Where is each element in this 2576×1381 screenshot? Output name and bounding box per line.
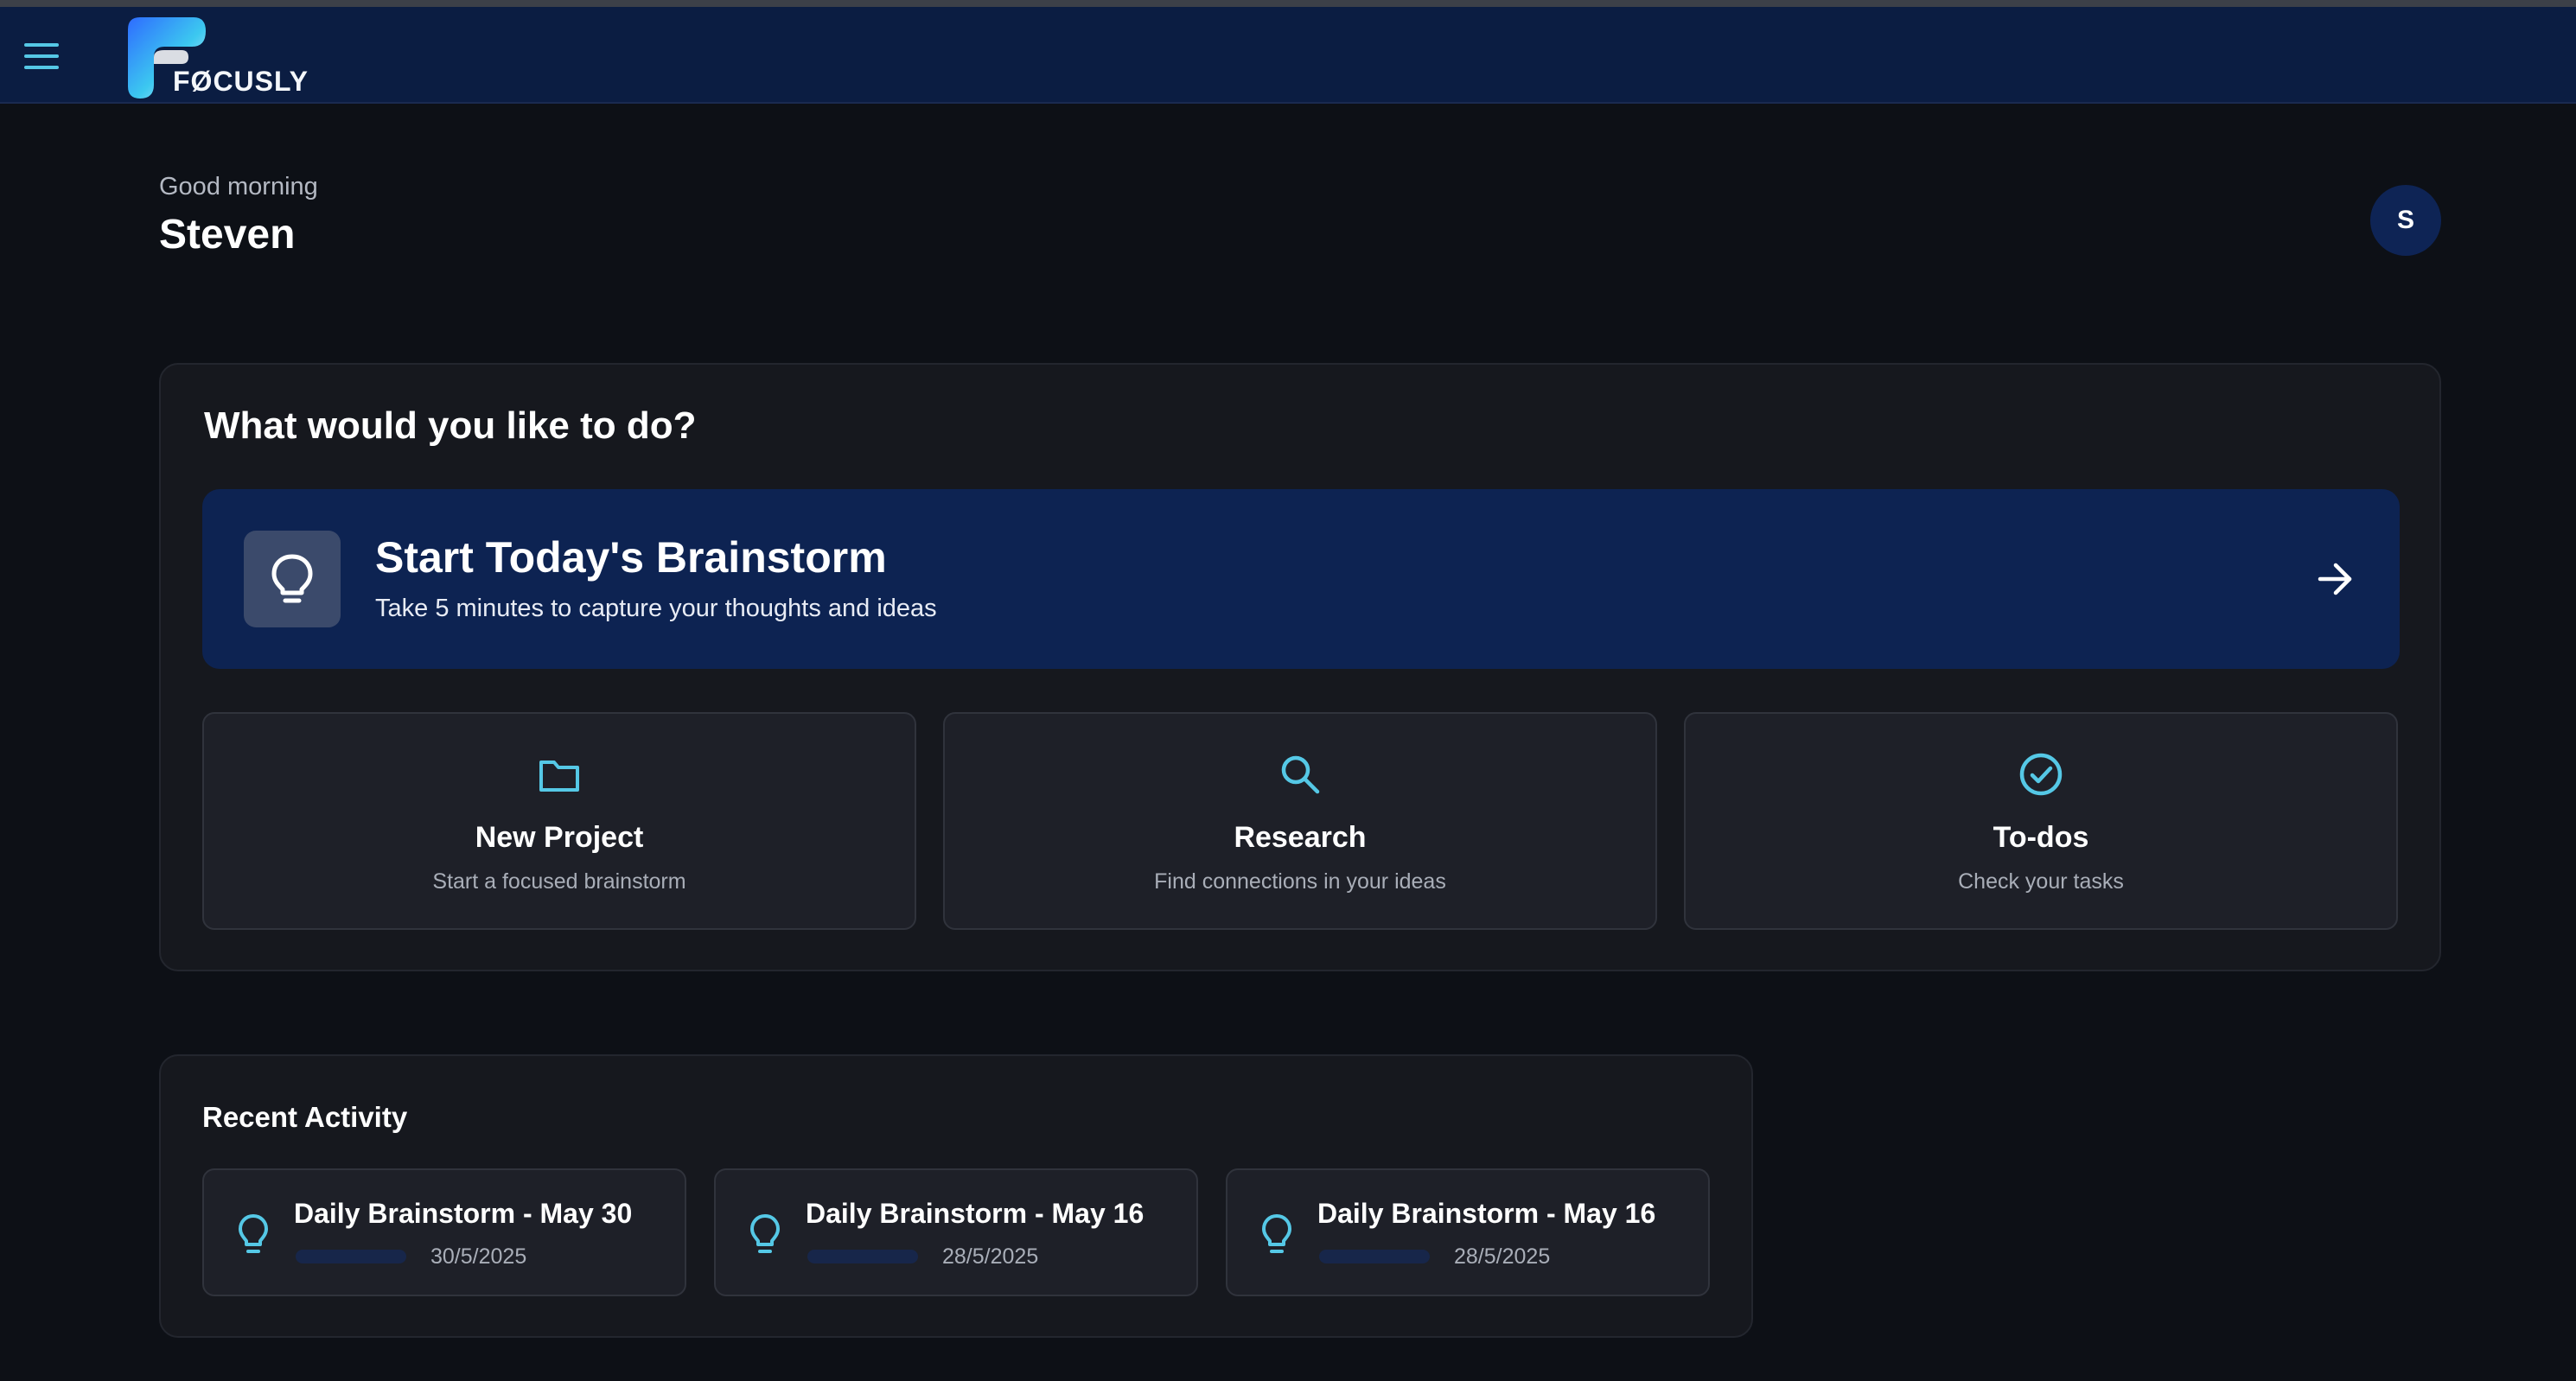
check-circle-icon xyxy=(2019,753,2063,796)
activity-tag-placeholder xyxy=(1319,1250,1430,1263)
hamburger-menu-icon[interactable] xyxy=(24,43,59,69)
activity-title: Daily Brainstorm - May 16 xyxy=(1317,1198,1656,1229)
search-icon xyxy=(1281,755,1320,794)
folder-icon xyxy=(539,761,579,792)
activity-tag-placeholder xyxy=(807,1250,918,1263)
research-title: Research xyxy=(1234,821,1367,854)
new-project-subtitle: Start a focused brainstorm xyxy=(432,869,686,894)
activity-title: Daily Brainstorm - May 16 xyxy=(806,1198,1145,1229)
new-project-title: New Project xyxy=(475,821,644,854)
window-top-strip xyxy=(0,0,2576,7)
hero-subtitle: Take 5 minutes to capture your thoughts … xyxy=(375,595,937,622)
todos-title: To-dos xyxy=(1993,821,2089,854)
top-header: FØCUSLY xyxy=(0,7,2576,104)
research-subtitle: Find connections in your ideas xyxy=(1154,869,1446,894)
todos-subtitle: Check your tasks xyxy=(1958,869,2124,894)
brand-name: FØCUSLY xyxy=(173,66,309,97)
activity-item[interactable]: Daily Brainstorm - May 16 28/5/2025 xyxy=(1226,1168,1710,1296)
activity-item[interactable]: Daily Brainstorm - May 16 28/5/2025 xyxy=(714,1168,1198,1296)
activity-item[interactable]: Daily Brainstorm - May 30 30/5/2025 xyxy=(202,1168,686,1296)
activity-date: 28/5/2025 xyxy=(1454,1244,1551,1269)
lightbulb-icon xyxy=(1262,1214,1291,1253)
activity-date: 30/5/2025 xyxy=(430,1244,527,1269)
user-avatar[interactable]: S xyxy=(2370,185,2441,256)
arrow-right-icon xyxy=(2318,563,2352,595)
recent-activity-title: Recent Activity xyxy=(202,1101,408,1133)
new-project-button[interactable]: New Project Start a focused brainstorm xyxy=(202,712,916,930)
lightbulb-icon xyxy=(750,1214,780,1253)
lightbulb-icon xyxy=(239,1214,268,1253)
app-logo[interactable]: FØCUSLY xyxy=(119,12,308,102)
recent-activity-card: Recent Activity Daily Brainstorm - May 3… xyxy=(159,1054,1753,1338)
lightbulb-icon-box xyxy=(244,531,341,627)
hero-title: Start Today's Brainstorm xyxy=(375,533,887,582)
research-button[interactable]: Research Find connections in your ideas xyxy=(943,712,1657,930)
activity-tag-placeholder xyxy=(296,1250,406,1263)
greeting-salutation: Good morning xyxy=(159,173,318,200)
activity-title: Daily Brainstorm - May 30 xyxy=(294,1198,633,1229)
greeting-user-name: Steven xyxy=(159,212,296,258)
activity-date: 28/5/2025 xyxy=(942,1244,1039,1269)
start-brainstorm-button[interactable]: Start Today's Brainstorm Take 5 minutes … xyxy=(202,489,2400,669)
actions-title: What would you like to do? xyxy=(204,404,697,447)
todos-button[interactable]: To-dos Check your tasks xyxy=(1684,712,2398,930)
lightbulb-icon xyxy=(271,554,313,603)
actions-card: What would you like to do? Start Today's… xyxy=(159,363,2441,971)
